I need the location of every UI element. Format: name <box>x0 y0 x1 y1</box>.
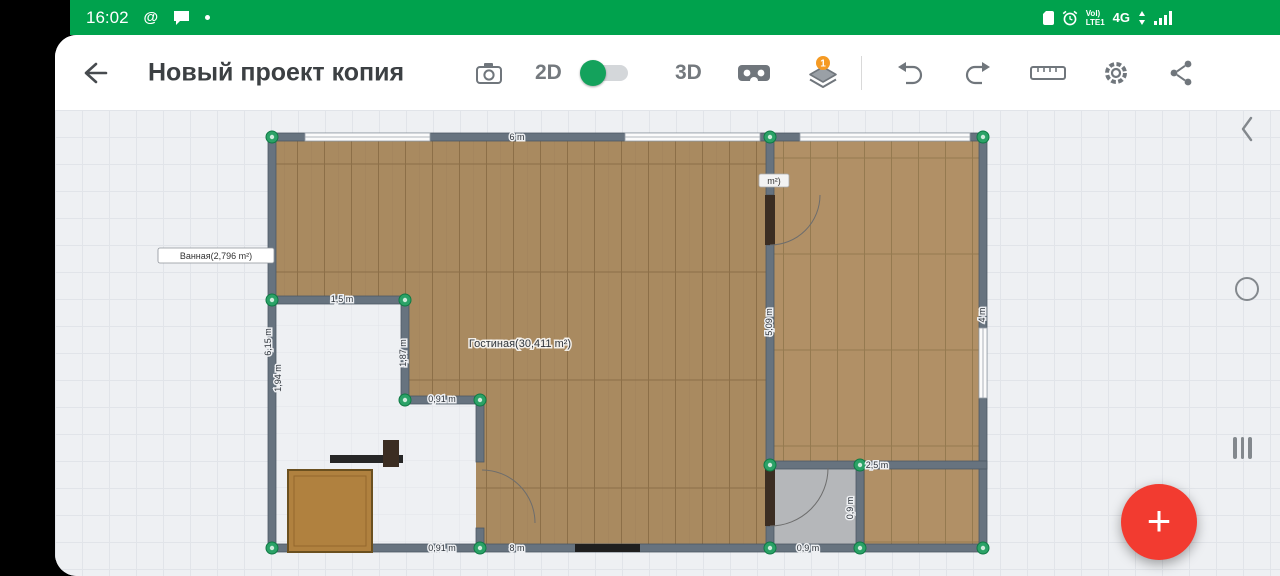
back-button[interactable] <box>80 61 108 85</box>
app-window: Новый проект копия 2D 3D <box>55 35 1280 576</box>
collapse-panel-chevron[interactable] <box>1240 116 1254 142</box>
share-button[interactable] <box>1167 59 1195 87</box>
project-title: Новый проект копия <box>148 58 404 87</box>
bathroom-label-tag: Ванная(2,796 m²) <box>158 248 274 263</box>
svg-text:m²): m²) <box>767 176 781 186</box>
2d-3d-toggle[interactable] <box>582 63 628 83</box>
carrier-indicator: Vol) LTE1 <box>1086 9 1105 27</box>
app-toolbar: Новый проект копия 2D 3D <box>55 35 1280 110</box>
network-type: 4G <box>1113 10 1130 25</box>
room-entry-floor[interactable] <box>774 469 856 544</box>
pan-bars-control[interactable] <box>1233 437 1252 459</box>
alarm-icon <box>1062 10 1078 26</box>
undo-button[interactable] <box>895 60 925 86</box>
svg-text:1,94 m: 1,94 m <box>273 364 283 392</box>
at-notification-icon: @ <box>144 9 159 26</box>
signal-bars-icon <box>1154 11 1172 25</box>
camera-screenshot-button[interactable] <box>475 61 503 85</box>
view-circle-control[interactable] <box>1235 277 1259 301</box>
toolbar-divider <box>861 56 862 90</box>
layers-button[interactable]: 1 <box>807 56 839 90</box>
data-arrows-icon <box>1138 11 1146 25</box>
living-room-label: Гостиная(30,411 m²) <box>469 338 571 350</box>
svg-text:0,9 m: 0,9 m <box>845 497 855 520</box>
svg-text:1,5 m: 1,5 m <box>331 294 354 304</box>
status-bar: 16:02 @ Vol) LTE1 4G <box>0 0 1280 35</box>
svg-text:1,87 m: 1,87 m <box>398 339 408 367</box>
svg-text:6,15 m: 6,15 m <box>263 328 273 356</box>
furniture-cabinet[interactable] <box>288 470 372 552</box>
plan-canvas[interactable]: 6 m 1,5 m 0,91 m 8 m 0,91 m 0,9 m 2,5 m … <box>55 110 1280 576</box>
ruler-measure-button[interactable] <box>1030 64 1066 82</box>
svg-text:2,5 m: 2,5 m <box>866 460 889 470</box>
add-item-fab[interactable]: + <box>1121 484 1197 560</box>
floor-plan[interactable]: 6 m 1,5 m 0,91 m 8 m 0,91 m 0,9 m 2,5 m … <box>55 110 1280 576</box>
svg-text:0,91 m: 0,91 m <box>428 543 456 553</box>
chat-notification-icon <box>173 10 190 25</box>
vr-cardboard-button[interactable] <box>737 62 771 84</box>
svg-text:0,9 m: 0,9 m <box>797 543 820 553</box>
svg-text:6 m: 6 m <box>509 132 524 142</box>
plus-icon: + <box>1147 500 1172 542</box>
svg-text:1: 1 <box>820 58 826 69</box>
mode-2d-label[interactable]: 2D <box>535 61 562 85</box>
status-bar-surface: 16:02 @ Vol) LTE1 4G <box>70 0 1280 35</box>
dot-notification-icon <box>205 15 210 20</box>
mode-3d-label[interactable]: 3D <box>675 61 702 85</box>
settings-gear-button[interactable] <box>1101 58 1131 88</box>
svg-text:8 m: 8 m <box>509 543 524 553</box>
sd-card-icon <box>1043 11 1054 25</box>
svg-text:5,09 m: 5,09 m <box>764 308 774 336</box>
svg-text:4 m: 4 m <box>977 307 987 322</box>
small-door-leaf[interactable] <box>383 440 399 467</box>
svg-text:Ванная(2,796 m²): Ванная(2,796 m²) <box>180 251 252 261</box>
toggle-knob[interactable] <box>580 60 606 86</box>
partial-label-tag: m²) <box>759 174 789 187</box>
svg-text:0,91 m: 0,91 m <box>428 394 456 404</box>
redo-button[interactable] <box>963 60 993 86</box>
door-threshold[interactable] <box>575 544 640 552</box>
clock: 16:02 <box>86 8 129 28</box>
screen-body: Новый проект копия 2D 3D <box>0 35 1280 576</box>
